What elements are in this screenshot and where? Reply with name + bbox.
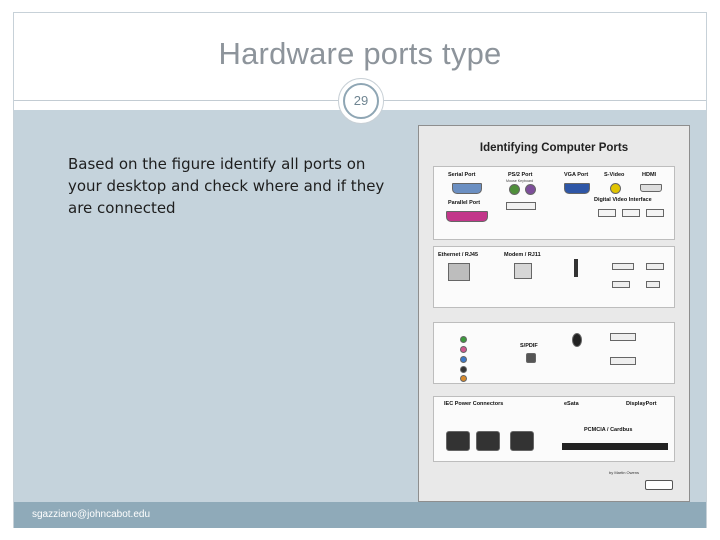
label-displayport: DisplayPort <box>626 401 657 407</box>
serial-port-icon <box>452 183 482 194</box>
usb-symbol-icon <box>574 259 578 277</box>
usb-port-icon-4 <box>646 281 660 288</box>
dvi-port-icon-1 <box>598 209 616 217</box>
audio-jack-blue-icon <box>460 356 467 363</box>
page-number: 29 <box>343 83 379 119</box>
figure-credit: by Martin Owens <box>609 470 640 475</box>
firewire-port-icon-1 <box>610 333 636 341</box>
label-dvi: Digital Video Interface <box>594 197 652 203</box>
ps2-mouse-icon <box>509 184 520 195</box>
panel-audio: S/PDIF <box>433 322 675 384</box>
audio-jack-green-icon <box>460 336 467 343</box>
usb-port-icon-1 <box>612 263 634 270</box>
vga-port-icon <box>564 183 590 194</box>
firewire-symbol-icon <box>572 333 582 347</box>
label-svideo: S-Video <box>604 172 625 178</box>
label-vga-port: VGA Port <box>564 172 589 178</box>
iec-connector-icon-1 <box>446 431 470 451</box>
svideo-port-icon <box>610 183 621 194</box>
pcmcia-slot-icon <box>562 443 668 450</box>
slide-title: Hardware ports type <box>218 36 502 71</box>
firewire-port-icon-2 <box>610 357 636 365</box>
usb-port-icon-2 <box>646 263 664 270</box>
label-parallel-port: Parallel Port <box>448 200 481 206</box>
usb-port-icon-3 <box>612 281 630 288</box>
ps2-keyboard-icon <box>525 184 536 195</box>
iec-connector-icon-2 <box>476 431 500 451</box>
audio-jack-black-icon <box>460 366 467 373</box>
body-text: Based on the figure identify all ports o… <box>68 155 385 217</box>
page-number-badge: 29 <box>338 78 384 124</box>
serial-extra-icon <box>506 202 536 210</box>
figure-title: Identifying Computer Ports <box>479 142 629 154</box>
title-rule-right <box>384 100 706 101</box>
creative-commons-badge <box>645 480 673 490</box>
label-pcmcia: PCMCIA / Cardbus <box>584 427 633 433</box>
audio-jack-pink-icon <box>460 346 467 353</box>
label-spdif: S/PDIF <box>520 343 538 349</box>
dvi-port-icon-3 <box>646 209 664 217</box>
label-serial-port: Serial Port <box>448 172 476 178</box>
audio-jack-orange-icon <box>460 375 467 382</box>
label-esata: eSata <box>564 401 579 407</box>
title-rule-left <box>14 100 340 101</box>
ethernet-port-icon <box>448 263 470 281</box>
dvi-port-icon-2 <box>622 209 640 217</box>
iec-connector-icon-3 <box>510 431 534 451</box>
parallel-port-icon <box>446 211 488 222</box>
spdif-port-icon <box>526 353 536 363</box>
label-modem: Modem / RJ11 <box>504 252 541 258</box>
label-ps2-port: PS/2 Port <box>508 172 533 178</box>
footer-email: sgazziano@johncabot.edu <box>32 509 151 520</box>
label-ps2-sub: Mouse Keyboard <box>506 179 534 183</box>
slide: Hardware ports type 29 Based on the figu… <box>0 0 720 540</box>
modem-port-icon <box>514 263 532 279</box>
label-ethernet: Ethernet / RJ45 <box>438 252 479 258</box>
panel-network-usb: Ethernet / RJ45 Modem / RJ11 <box>433 246 675 308</box>
label-hdmi: HDMI <box>642 172 657 178</box>
ports-figure: Identifying Computer Ports Serial Port P… <box>418 125 690 502</box>
label-iec-power: IEC Power Connectors <box>444 401 504 407</box>
hdmi-port-icon <box>640 184 662 192</box>
panel-legacy-ports: Serial Port PS/2 Port Mouse Keyboard VGA… <box>433 166 675 240</box>
panel-power-esata: IEC Power Connectors eSata DisplayPort P… <box>433 396 675 462</box>
